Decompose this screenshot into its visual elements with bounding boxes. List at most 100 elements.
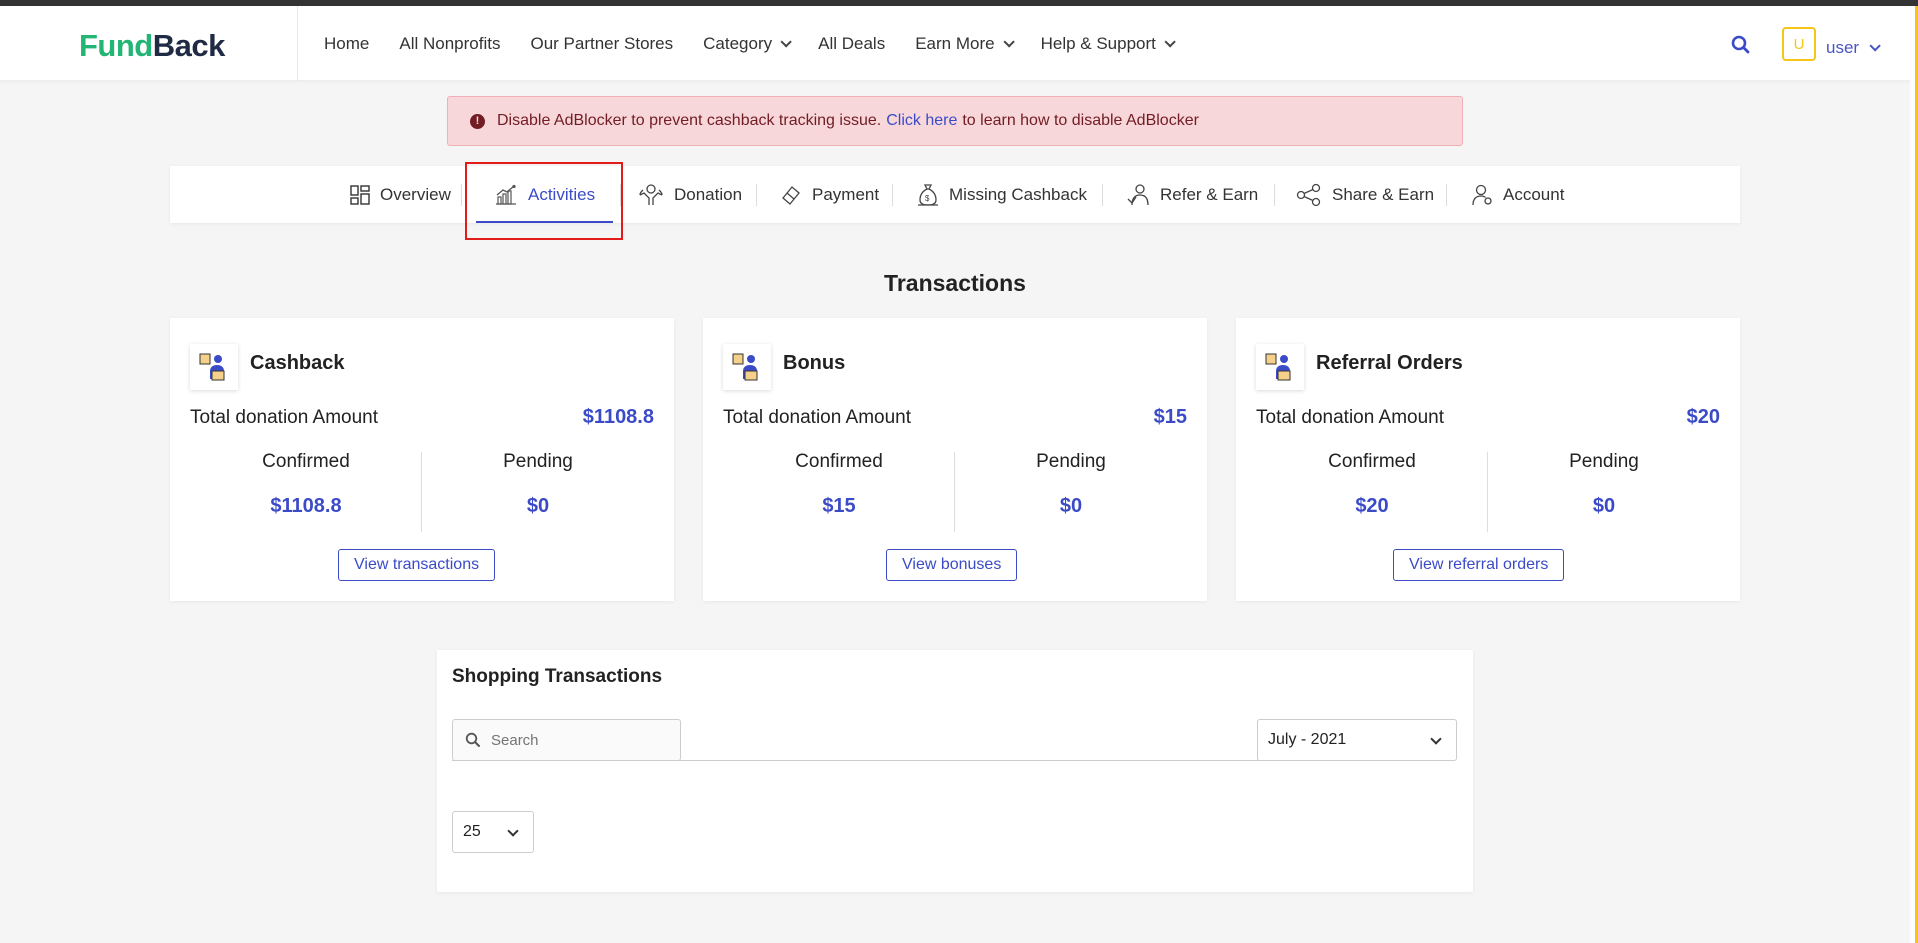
search-icon: [465, 732, 480, 747]
avatar[interactable]: U: [1782, 27, 1816, 61]
tab-separator: [1446, 184, 1447, 206]
chevron-down-icon: [1430, 733, 1442, 745]
info-icon: !: [470, 113, 485, 129]
month-select[interactable]: July - 2021: [1257, 719, 1457, 761]
tab-share-earn-label: Share & Earn: [1332, 184, 1435, 204]
search-input[interactable]: [491, 731, 671, 749]
tab-donation[interactable]: Donation: [638, 166, 742, 223]
chevron-down-icon: [1003, 36, 1015, 48]
cashback-card: Cashback Total donation Amount $1108.8 C…: [170, 318, 674, 601]
user-menu[interactable]: user: [1826, 38, 1881, 58]
tab-payment[interactable]: Payment: [780, 166, 879, 223]
search-icon[interactable]: [1730, 34, 1754, 58]
cashback-pending: Pending $0: [422, 451, 654, 518]
svg-text:$: $: [925, 194, 930, 203]
tab-account[interactable]: Account: [1471, 166, 1564, 223]
view-transactions-button[interactable]: View transactions: [338, 549, 496, 581]
bonus-card: Bonus Total donation Amount $15 Confirme…: [703, 318, 1207, 601]
tab-missing-cashback-label: Missing Cashback: [949, 184, 1087, 204]
main-nav: Home All Nonprofits Our Partner Stores C…: [324, 34, 1202, 54]
adblock-alert: ! Disable AdBlocker to prevent cashback …: [447, 96, 1463, 146]
cashback-total-value: $1108.8: [582, 406, 654, 428]
pending-value: $0: [1059, 495, 1083, 517]
nav-all-nonprofits-label: All Nonprofits: [399, 34, 501, 53]
scrollbar[interactable]: [1910, 6, 1918, 943]
money-bag-icon: $: [918, 183, 938, 206]
chevron-down-icon: [1869, 40, 1881, 52]
tab-separator: [1102, 184, 1103, 206]
site-header: FundBack Home All Nonprofits Our Partner…: [0, 6, 1910, 81]
search-field[interactable]: [452, 719, 681, 761]
tab-share-earn[interactable]: Share & Earn: [1296, 166, 1434, 223]
confirmed-label: Confirmed: [1328, 451, 1416, 472]
view-bonuses-button[interactable]: View bonuses: [886, 549, 1018, 581]
chevron-down-icon: [1164, 36, 1176, 48]
pending-value: $0: [1592, 495, 1616, 517]
bonus-total-value: $15: [1153, 406, 1187, 428]
referral-title: Referral Orders: [1316, 352, 1463, 374]
account-tabs: Overview Activities Donation Payment $ M…: [170, 166, 1740, 223]
payment-card-icon: [782, 185, 800, 205]
confirmed-label: Confirmed: [262, 451, 350, 472]
nav-help-support-label: Help & Support: [1040, 34, 1156, 53]
fundback-logo[interactable]: FundBack: [79, 28, 225, 64]
tab-payment-label: Payment: [812, 184, 880, 204]
confirmed-value: $15: [822, 495, 856, 517]
dashboard-icon: [350, 184, 370, 205]
nav-home[interactable]: Home: [324, 34, 369, 54]
nav-earn-more-label: Earn More: [915, 34, 995, 53]
cashback-total-label: Total donation Amount: [190, 407, 379, 428]
donation-hands-icon: [639, 183, 663, 205]
share-icon: [1296, 183, 1321, 206]
bonus-icon: [723, 344, 771, 390]
confirmed-label: Confirmed: [795, 451, 883, 472]
tab-overview[interactable]: Overview: [350, 166, 451, 223]
shopping-transactions-title: Shopping Transactions: [452, 666, 663, 687]
tab-refer-earn-label: Refer & Earn: [1160, 184, 1259, 204]
confirmed-value: $1108.8: [270, 495, 342, 517]
tab-refer-earn[interactable]: Refer & Earn: [1126, 166, 1258, 223]
referral-orders-card: Referral Orders Total donation Amount $2…: [1236, 318, 1740, 601]
nav-category-label: Category: [703, 34, 773, 53]
tab-missing-cashback[interactable]: $ Missing Cashback: [917, 166, 1087, 223]
referral-total-value: $20: [1686, 406, 1720, 428]
nav-category[interactable]: Category: [703, 34, 792, 54]
nav-help-support[interactable]: Help & Support: [1040, 34, 1176, 54]
cashback-title: Cashback: [250, 352, 345, 374]
tab-overview-label: Overview: [380, 184, 451, 204]
nav-all-nonprofits[interactable]: All Nonprofits: [399, 34, 500, 54]
chevron-down-icon: [507, 825, 519, 837]
tab-donation-label: Donation: [674, 184, 743, 204]
nav-all-deals[interactable]: All Deals: [818, 34, 885, 54]
referral-pending: Pending $0: [1488, 451, 1720, 518]
logo-text-back: Back: [152, 28, 226, 63]
user-menu-label: user: [1826, 38, 1860, 57]
nav-all-deals-label: All Deals: [818, 34, 886, 53]
nav-partner-stores-label: Our Partner Stores: [530, 34, 674, 53]
view-referral-orders-button[interactable]: View referral orders: [1393, 549, 1565, 581]
chevron-down-icon: [780, 36, 792, 48]
shopping-transactions-panel: Shopping Transactions July - 2021 25: [437, 650, 1473, 892]
alert-link[interactable]: Click here: [886, 112, 957, 130]
logo-text-fund: Fund: [79, 28, 153, 63]
referral-icon: [1256, 344, 1304, 390]
nav-partner-stores[interactable]: Our Partner Stores: [530, 34, 673, 54]
tab-separator: [1274, 184, 1275, 206]
bonus-confirmed: Confirmed $15: [723, 451, 955, 518]
nav-earn-more[interactable]: Earn More: [915, 34, 1015, 54]
alert-text-before: Disable AdBlocker to prevent cashback tr…: [497, 112, 882, 129]
refer-person-icon: [1127, 183, 1149, 205]
section-title: Transactions: [884, 270, 1026, 296]
tab-separator: [461, 184, 462, 206]
tab-account-label: Account: [1503, 184, 1565, 204]
account-user-icon: [1472, 184, 1492, 205]
nav-home-label: Home: [324, 34, 370, 53]
cashback-confirmed: Confirmed $1108.8: [190, 451, 422, 518]
page-size-value: 25: [463, 823, 481, 840]
month-select-value: July - 2021: [1268, 731, 1347, 748]
referral-confirmed: Confirmed $20: [1256, 451, 1488, 518]
pending-label: Pending: [503, 451, 573, 472]
alert-text-after: to learn how to disable AdBlocker: [962, 112, 1199, 129]
page-size-select[interactable]: 25: [452, 811, 534, 853]
confirmed-value: $20: [1355, 495, 1389, 517]
